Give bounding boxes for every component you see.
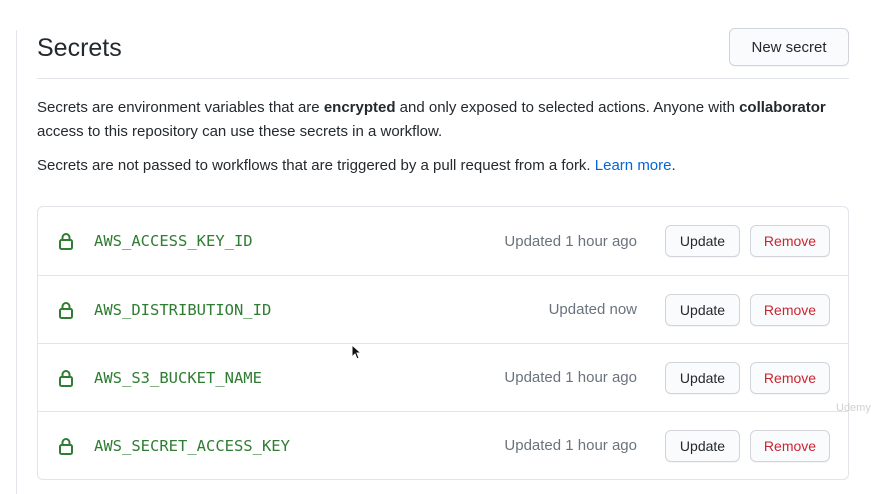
secret-row: AWS_DISTRIBUTION_ID Updated now Update R… [38,275,848,343]
secret-name: AWS_S3_BUCKET_NAME [94,368,262,387]
secret-name: AWS_ACCESS_KEY_ID [94,232,253,250]
left-divider [16,30,17,494]
update-secret-button[interactable]: Update [665,293,740,326]
update-secret-button[interactable]: Update [665,361,740,394]
encrypted-emphasis: encrypted [323,99,396,116]
mouse-cursor-icon [351,343,363,365]
secret-updated-time: Updated 1 hour ago [504,369,637,386]
lock-icon [58,368,76,388]
description-paragraph-1: Secrets are environment variables that a… [37,99,826,140]
secret-name: AWS_SECRET_ACCESS_KEY [94,436,290,455]
secrets-description: Secrets are environment variables that a… [37,96,857,178]
remove-secret-button[interactable]: Remove [750,429,830,462]
secret-row: AWS_S3_BUCKET_NAME Updated 1 hour ago Up… [38,343,848,411]
lock-icon [58,436,76,456]
remove-secret-button[interactable]: Remove [750,225,830,257]
new-secret-button[interactable]: New secret [729,28,849,66]
learn-more-link[interactable]: Learn more [595,157,672,174]
lock-icon [58,231,76,251]
secret-row: AWS_SECRET_ACCESS_KEY Updated 1 hour ago… [38,411,848,479]
secrets-header: Secrets New secret [37,28,849,79]
secret-updated-time: Updated 1 hour ago [504,232,637,250]
remove-secret-button[interactable]: Remove [750,361,830,394]
description-paragraph-2: Secrets are not passed to workflows that… [37,157,676,174]
update-secret-button[interactable]: Update [665,225,740,257]
secret-updated-time: Updated now [548,301,637,318]
secret-name: AWS_DISTRIBUTION_ID [94,300,272,319]
collaborator-emphasis: collaborator [739,99,826,116]
lock-icon [58,300,76,320]
secrets-list: AWS_ACCESS_KEY_ID Updated 1 hour ago Upd… [37,206,849,480]
udemy-watermark: Udemy [836,402,871,414]
remove-secret-button[interactable]: Remove [750,293,830,326]
update-secret-button[interactable]: Update [665,429,740,462]
secret-updated-time: Updated 1 hour ago [504,437,637,454]
secret-row: AWS_ACCESS_KEY_ID Updated 1 hour ago Upd… [38,207,848,275]
page-title: Secrets [37,34,122,62]
